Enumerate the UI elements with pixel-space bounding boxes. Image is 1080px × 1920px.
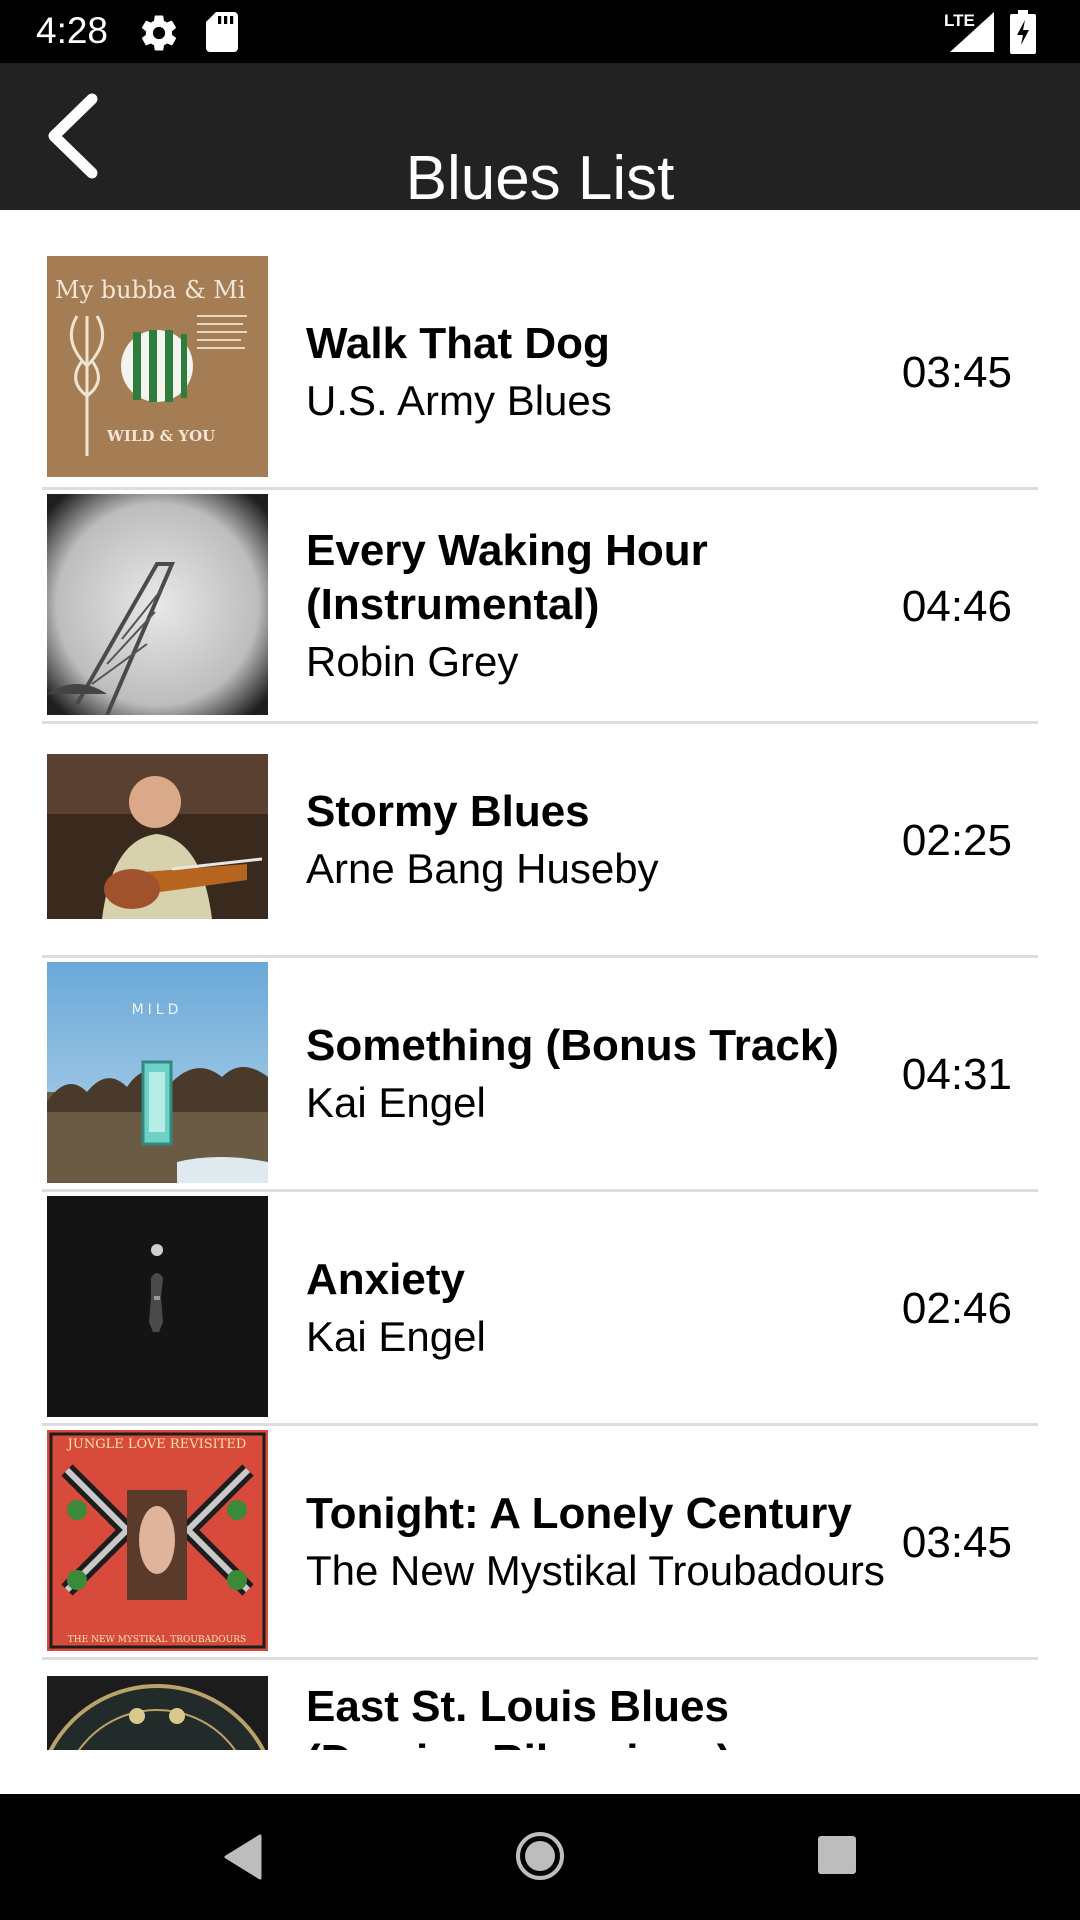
song-artist: Kai Engel [306,1313,486,1360]
song-row[interactable]: My bubba & Mi WILD & YOU Walk That Dog U… [42,256,1038,490]
album-art-thumbnail: MILD [47,962,268,1183]
battery-charging-icon [1010,10,1036,54]
nav-back-icon[interactable] [220,1832,264,1882]
song-text: Walk That Dog U.S. Army Blues [306,256,896,490]
album-art-thumbnail [47,1196,268,1417]
album-art-text: MILD [132,1002,183,1018]
song-title: East St. Louis Blues (Damien Riba piano) [306,1682,731,1750]
album-art-text: My bubba & Mi [55,276,246,304]
song-duration: 04:31 [901,1050,1012,1099]
song-row[interactable]: Anxiety Kai Engel 02:46 [42,1192,1038,1426]
song-row[interactable]: JUNGLE LOVE REVISITED THE NEW MYSTIKAL T… [42,1426,1038,1660]
song-title: Tonight: A Lonely Century [306,1489,852,1538]
song-title: Every Waking Hour (Instrumental) [306,526,708,629]
song-row[interactable]: Every Waking Hour (Instrumental) Robin G… [42,490,1038,724]
status-bar: 4:28 LTE [0,0,1080,63]
app-bar: Blues List [0,63,1080,213]
song-duration: 02:25 [901,816,1012,865]
song-row[interactable]: Stormy Blues Arne Bang Huseby 02:25 [42,724,1038,958]
album-art-thumbnail [47,494,268,715]
nav-recents-icon[interactable] [816,1834,858,1876]
song-text: Stormy Blues Arne Bang Huseby [306,724,896,958]
song-list[interactable]: My bubba & Mi WILD & YOU Walk That Dog U… [0,210,1080,1750]
song-artist: Robin Grey [306,638,519,685]
album-art-thumbnail [47,1676,268,1750]
song-duration: 04:46 [901,582,1012,631]
album-art-text: JUNGLE LOVE REVISITED [66,1437,247,1452]
song-row[interactable]: East St. Louis Blues (Damien Riba piano) [42,1660,1038,1750]
album-art-thumbnail [47,754,268,919]
navigation-bar [0,1794,1080,1920]
song-duration: 03:45 [901,1518,1012,1567]
song-title: Something (Bonus Track) [306,1021,839,1070]
gear-icon [141,15,177,51]
signal-icon [950,12,994,52]
song-text: Every Waking Hour (Instrumental) Robin G… [306,490,896,724]
album-art-thumbnail: My bubba & Mi WILD & YOU [47,256,268,477]
song-text: Something (Bonus Track) Kai Engel [306,958,896,1192]
song-text: Tonight: A Lonely Century The New Mystik… [306,1426,896,1660]
album-art-text: WILD & YOU [106,427,215,445]
song-title: Stormy Blues [306,787,590,836]
nav-home-icon[interactable] [514,1830,566,1882]
song-duration: 02:46 [901,1284,1012,1333]
page-title: Blues List [405,143,675,213]
album-art-text: THE NEW MYSTIKAL TROUBADOURS [68,1635,246,1645]
song-title: Anxiety [306,1255,465,1304]
song-duration: 03:45 [901,348,1012,397]
song-artist: Arne Bang Huseby [306,845,659,892]
song-text: East St. Louis Blues (Damien Riba piano) [306,1680,896,1750]
song-artist: The New Mystikal Troubadours [306,1547,885,1594]
status-time: 4:28 [36,10,109,51]
song-text: Anxiety Kai Engel [306,1192,896,1426]
song-artist: Kai Engel [306,1079,486,1126]
song-title: Walk That Dog [306,319,610,368]
sd-card-icon [206,12,238,52]
song-artist: U.S. Army Blues [306,377,612,424]
song-row[interactable]: MILD Something (Bonus Track) Kai Engel 0… [42,958,1038,1192]
album-art-thumbnail: JUNGLE LOVE REVISITED THE NEW MYSTIKAL T… [47,1430,268,1651]
